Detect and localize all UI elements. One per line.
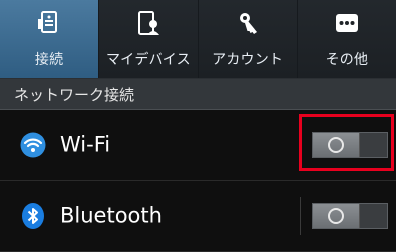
account-key-icon [239, 13, 257, 34]
wifi-icon [20, 132, 46, 158]
tab-account[interactable]: アカウント [198, 0, 298, 78]
tab-my-device[interactable]: マイデバイス [99, 0, 199, 78]
bluetooth-row[interactable]: Bluetooth [0, 181, 396, 252]
tab-more[interactable]: その他 [297, 0, 396, 78]
wifi-toggle-highlight-box [299, 114, 394, 171]
tab-my-device-label: マイデバイス [105, 52, 191, 68]
connections-icon [38, 11, 58, 33]
tab-account-label: アカウント [212, 52, 284, 68]
bluetooth-icon [22, 203, 44, 229]
section-title: ネットワーク接続 [14, 86, 135, 104]
toggle-knob [313, 204, 360, 228]
network-connections-header: ネットワーク接続 [0, 79, 396, 110]
tab-connections[interactable]: 接続 [0, 0, 100, 78]
my-device-icon [138, 11, 160, 35]
settings-tab-bar: 接続 マイデバイス アカウント その他 [0, 0, 396, 79]
tab-more-label: その他 [325, 52, 369, 68]
more-icon [335, 14, 358, 32]
bluetooth-toggle[interactable] [312, 203, 388, 229]
tab-connections-label: 接続 [34, 52, 64, 68]
toggle-off-indicator [328, 208, 344, 224]
wifi-label: Wi-Fi [60, 132, 111, 157]
divider [300, 197, 301, 235]
bluetooth-label: Bluetooth [60, 203, 162, 228]
